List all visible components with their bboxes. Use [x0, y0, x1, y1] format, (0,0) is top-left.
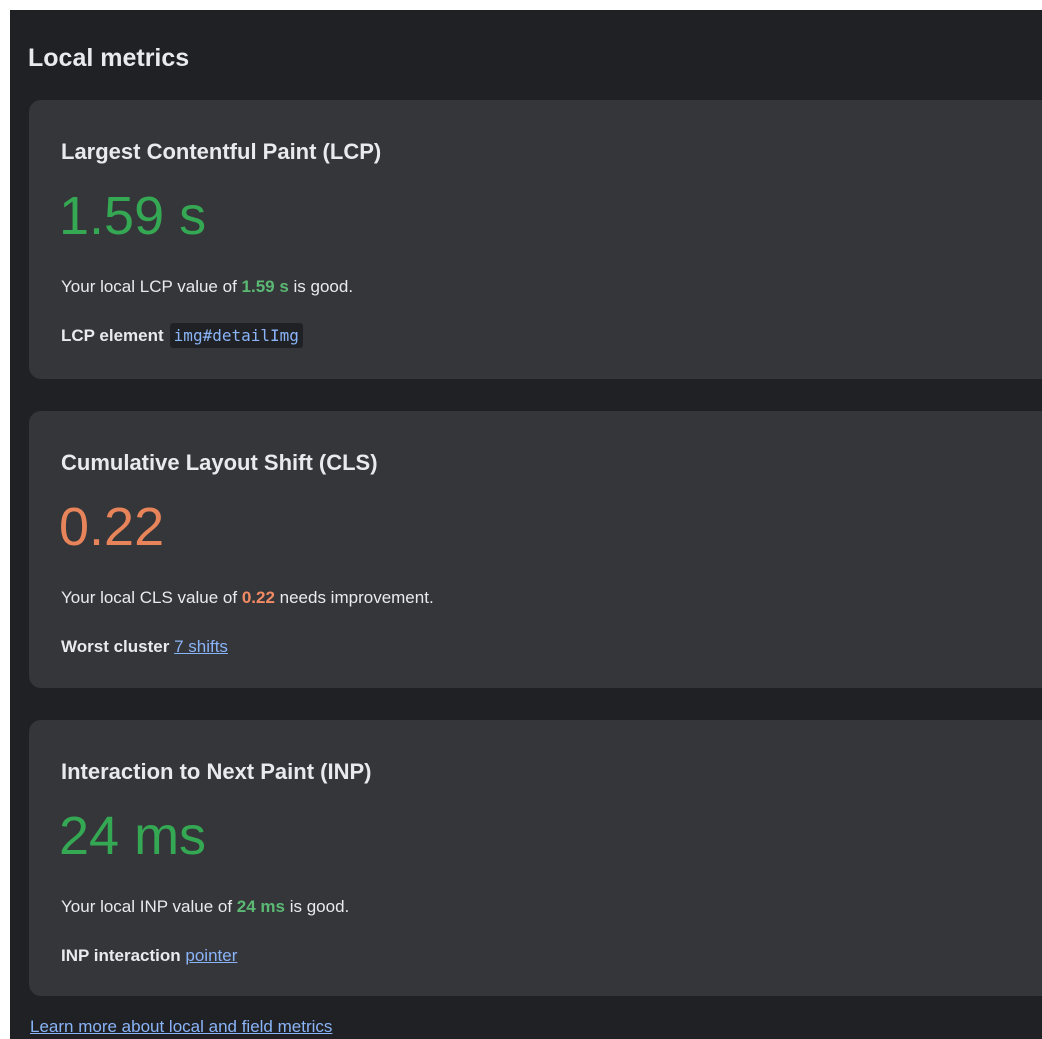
inp-card: Interaction to Next Paint (INP) 24 ms Yo… [29, 720, 1042, 996]
learn-more-link[interactable]: Learn more about local and field metrics [30, 1016, 332, 1038]
cls-card: Cumulative Layout Shift (CLS) 0.22 Your … [29, 411, 1042, 688]
inp-interaction-label: INP interaction [61, 946, 181, 965]
cls-value: 0.22 [59, 497, 165, 557]
lcp-desc-value: 1.59 s [241, 277, 289, 296]
inp-title: Interaction to Next Paint (INP) [61, 759, 372, 784]
cls-desc-suffix: needs improvement. [274, 588, 434, 607]
lcp-desc-prefix: Your local LCP value of [61, 277, 242, 296]
local-metrics-panel: Local metrics Largest Contentful Paint (… [10, 10, 1042, 1039]
inp-description: Your local INP value of 24 ms is good. [61, 896, 349, 918]
lcp-element-node[interactable]: img#detailImg [169, 323, 303, 348]
cls-description: Your local CLS value of 0.22 needs impro… [61, 587, 434, 609]
lcp-detail: LCP element img#detailImg [61, 323, 303, 348]
inp-value: 24 ms [59, 806, 207, 866]
cls-desc-value: 0.22 [241, 588, 275, 607]
lcp-title: Largest Contentful Paint (LCP) [61, 139, 382, 164]
worst-cluster-link[interactable]: 7 shifts [174, 637, 228, 656]
lcp-desc-suffix: is good. [288, 277, 354, 296]
panel-title: Local metrics [28, 44, 190, 72]
cls-title: Cumulative Layout Shift (CLS) [61, 450, 378, 475]
inp-interaction-link[interactable]: pointer [185, 946, 237, 965]
lcp-description: Your local LCP value of 1.59 s is good. [61, 276, 353, 298]
inp-desc-suffix: is good. [284, 897, 350, 916]
cls-detail: Worst cluster 7 shifts [61, 635, 228, 659]
inp-desc-value: 24 ms [236, 897, 285, 916]
lcp-value: 1.59 s [59, 186, 207, 246]
inp-desc-prefix: Your local INP value of [61, 897, 237, 916]
lcp-element-label: LCP element [61, 326, 164, 345]
inp-detail: INP interaction pointer [61, 944, 237, 968]
lcp-card: Largest Contentful Paint (LCP) 1.59 s Yo… [29, 100, 1042, 379]
cls-desc-prefix: Your local CLS value of [61, 588, 242, 607]
worst-cluster-label: Worst cluster [61, 637, 170, 656]
